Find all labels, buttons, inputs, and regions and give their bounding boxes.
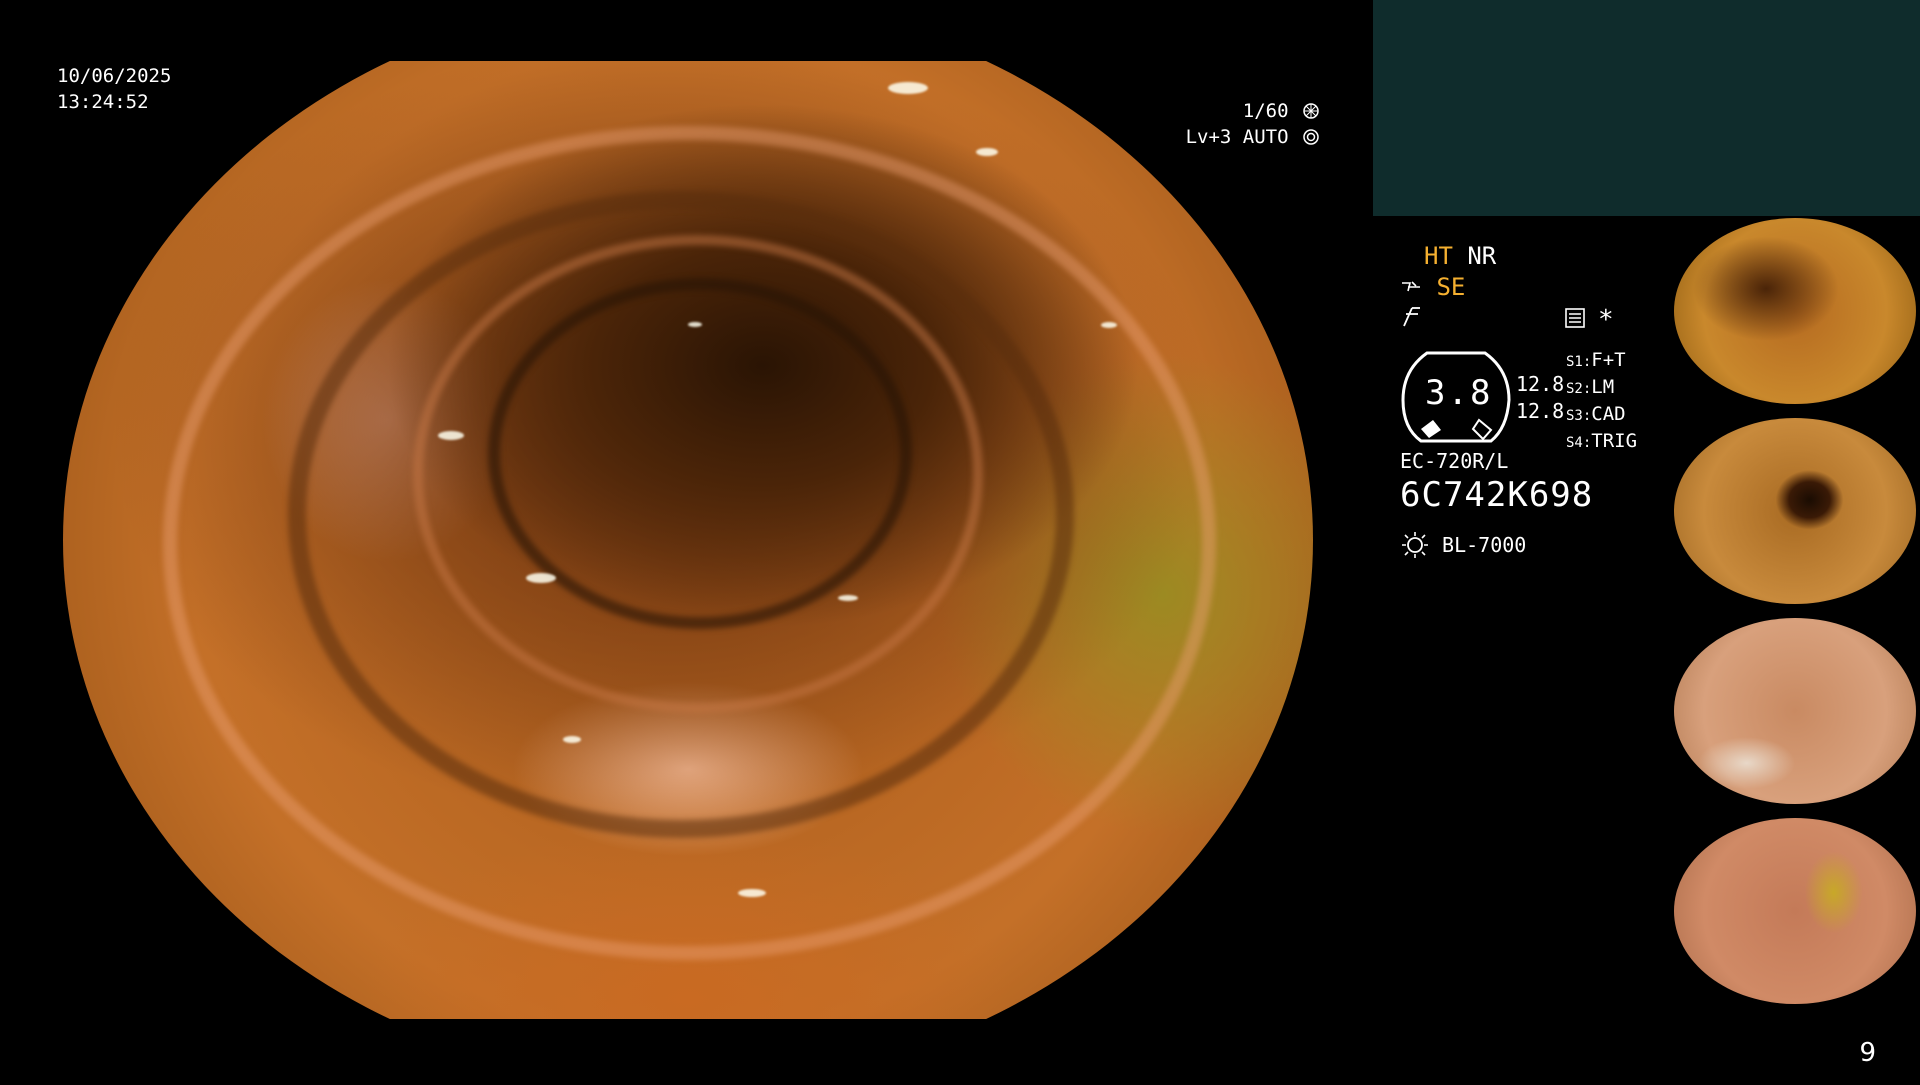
dial-value: 3.8	[1425, 373, 1493, 413]
s1-value: F+T	[1591, 349, 1626, 371]
thumbnail-4[interactable]	[1670, 816, 1920, 1012]
endoscope-view: 10/06/2025 13:24:52 1/60 Lv+3 AUTO	[0, 0, 1373, 1080]
date-text: 10/06/2025	[57, 65, 172, 87]
scope-serial: 6C742K698	[1400, 475, 1594, 515]
dial-number-bottom: 12.8	[1516, 399, 1565, 423]
dial-numbers: 12.8 12.8	[1516, 371, 1564, 425]
light-source-text: BL-7000	[1442, 533, 1527, 557]
freeze-icon	[1402, 306, 1422, 332]
shutter-text: 1/60	[1242, 100, 1289, 122]
se-label: SE	[1436, 273, 1466, 301]
light-source-icon	[1400, 532, 1442, 558]
settings-card-icon	[1564, 307, 1586, 333]
thumbnail-image	[1674, 418, 1916, 604]
s4-label: S4:	[1566, 435, 1592, 451]
se-mode-icon	[1400, 273, 1436, 301]
s4-value: TRIG	[1591, 430, 1638, 452]
page-number: 9	[1859, 1038, 1876, 1068]
s3-label: S3:	[1566, 408, 1592, 424]
endoscope-image	[63, 61, 1313, 1019]
thumbnail-image	[1674, 618, 1916, 804]
se-row: SE	[1400, 273, 1465, 301]
light-source-row: BL-7000	[1400, 531, 1526, 559]
thumbnail-image	[1674, 218, 1916, 404]
time-text: 13:24:52	[57, 91, 149, 113]
thumbnail-3[interactable]	[1670, 616, 1920, 812]
s1-label: S1:	[1566, 354, 1592, 370]
ht-label: HT	[1424, 242, 1453, 270]
s3-value: CAD	[1591, 403, 1626, 425]
level-text: Lv+3	[1185, 126, 1232, 148]
auto-iris-icon	[1289, 126, 1320, 148]
ht-nr-row: HT NR	[1424, 242, 1496, 270]
nr-label: NR	[1467, 242, 1497, 270]
exposure-overlay: 1/60 Lv+3 AUTO	[1150, 98, 1320, 150]
date-time-overlay: 10/06/2025 13:24:52	[57, 63, 171, 115]
thumbnail-2[interactable]	[1670, 416, 1920, 612]
shutter-icon	[1289, 100, 1320, 122]
mode-text: AUTO	[1242, 126, 1289, 148]
dial-number-top: 12.8	[1516, 372, 1565, 396]
scope-model: EC-720R/L	[1400, 449, 1509, 473]
thumbnail-1[interactable]	[1670, 216, 1920, 412]
switch-assignments: S1:F+T S2:LM S3:CAD S4:TRIG	[1566, 348, 1637, 456]
sidebar-header-panel	[1373, 0, 1920, 216]
s2-value: LM	[1591, 376, 1615, 398]
thumbnail-image	[1674, 818, 1916, 1004]
asterisk-icon: *	[1598, 305, 1614, 335]
s2-label: S2:	[1566, 381, 1592, 397]
